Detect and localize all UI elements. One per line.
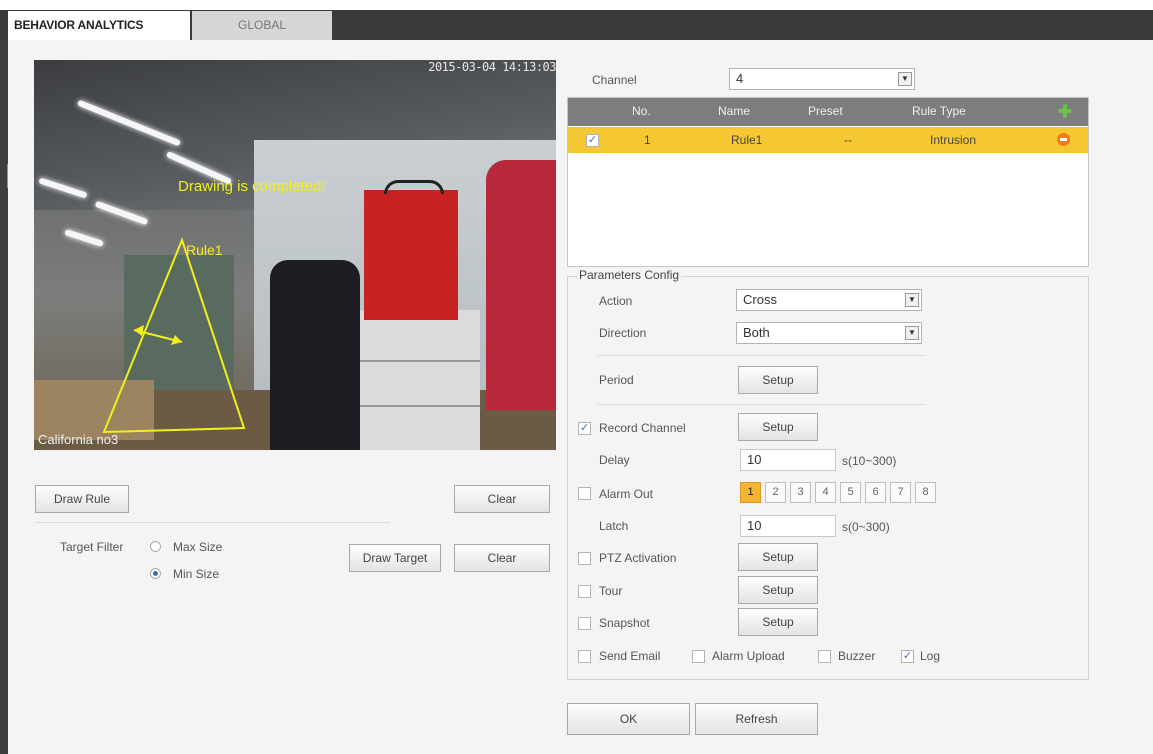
min-size-label: Min Size: [173, 567, 220, 581]
direction-select[interactable]: Both ▼: [736, 322, 922, 344]
latch-label: Latch: [599, 519, 629, 533]
draw-rule-button[interactable]: Draw Rule: [35, 485, 129, 513]
tab-behavior-analytics[interactable]: BEHAVIOR ANALYTICS: [8, 11, 190, 40]
record-channel-setup-button[interactable]: Setup: [738, 413, 818, 441]
draw-target-button[interactable]: Draw Target: [349, 544, 441, 572]
alarm-out-channel-2[interactable]: 2: [765, 482, 786, 503]
alarm-upload-label: Alarm Upload: [712, 649, 785, 663]
max-size-radio[interactable]: [150, 541, 161, 552]
refresh-button[interactable]: Refresh: [695, 703, 818, 735]
ptz-activation-label: PTZ Activation: [599, 551, 677, 565]
divider: [597, 404, 925, 405]
min-size-radio[interactable]: [150, 568, 161, 579]
action-select-value: Cross: [743, 292, 777, 307]
max-size-label: Max Size: [173, 540, 223, 554]
video-preview[interactable]: 2015-03-04 14:13:03 Drawing is completed…: [34, 60, 556, 450]
log-checkbox[interactable]: ✓: [901, 650, 914, 663]
direction-label: Direction: [599, 326, 647, 340]
camera-name-overlay: California no3: [38, 432, 119, 447]
alarm-out-channel-5[interactable]: 5: [840, 482, 861, 503]
tour-setup-button[interactable]: Setup: [738, 576, 818, 604]
add-rule-icon[interactable]: ✚: [1057, 103, 1073, 120]
ptz-activation-checkbox[interactable]: [578, 552, 591, 565]
divider: [35, 522, 390, 523]
rule-tripwire-shape: [102, 237, 246, 434]
buzzer-label: Buzzer: [838, 649, 876, 663]
ptz-setup-button[interactable]: Setup: [738, 543, 818, 571]
tab-global[interactable]: GLOBAL: [192, 11, 332, 40]
alarm-out-channel-6[interactable]: 6: [865, 482, 886, 503]
action-label: Action: [599, 294, 633, 308]
alarm-out-channel-4[interactable]: 4: [815, 482, 836, 503]
ok-button[interactable]: OK: [567, 703, 690, 735]
tour-checkbox[interactable]: [578, 585, 591, 598]
divider: [597, 355, 925, 356]
chevron-down-icon: ▼: [898, 72, 912, 86]
alarm-out-channel-1[interactable]: 1: [740, 482, 761, 503]
snapshot-checkbox[interactable]: [578, 617, 591, 630]
drawing-status-message: Drawing is completed!: [178, 178, 326, 195]
delay-input[interactable]: 10: [740, 449, 836, 471]
record-channel-checkbox[interactable]: ✓: [578, 422, 591, 435]
clear-rule-button[interactable]: Clear: [454, 485, 550, 513]
behavior-analytics-window: BEHAVIOR ANALYTICS GLOBAL 2015-03-04 14:…: [0, 0, 1153, 754]
alarm-out-channel-7[interactable]: 7: [890, 482, 911, 503]
rules-table-header: No. Name Preset Rule Type ✚: [568, 98, 1088, 126]
chevron-down-icon: ▼: [905, 326, 919, 340]
send-email-label: Send Email: [599, 649, 661, 663]
rule-type: Intrusion: [930, 133, 977, 147]
clear-target-button[interactable]: Clear: [454, 544, 550, 572]
snapshot-label: Snapshot: [599, 616, 650, 630]
rule-no: 1: [644, 133, 651, 147]
rule-overlay: [102, 237, 246, 434]
direction-select-value: Both: [743, 325, 770, 340]
left-edge-bar: [0, 10, 8, 754]
header-rule-type: Rule Type: [912, 104, 966, 118]
rule-enable-checkbox[interactable]: ✓: [586, 134, 599, 147]
snapshot-setup-button[interactable]: Setup: [738, 608, 818, 636]
header-no: No.: [632, 104, 651, 118]
rules-table: No. Name Preset Rule Type ✚ ✓ 1 Rule1 --…: [567, 97, 1089, 267]
alarm-out-label: Alarm Out: [599, 487, 654, 501]
period-label: Period: [599, 373, 634, 387]
period-setup-button[interactable]: Setup: [738, 366, 818, 394]
video-timestamp: 2015-03-04 14:13:03: [428, 60, 556, 74]
send-email-checkbox[interactable]: [578, 650, 591, 663]
rule-name: Rule1: [731, 133, 763, 147]
chevron-down-icon: ▼: [905, 293, 919, 307]
action-select[interactable]: Cross ▼: [736, 289, 922, 311]
table-row[interactable]: ✓ 1 Rule1 -- Intrusion: [568, 127, 1088, 153]
header-name: Name: [718, 104, 751, 118]
record-channel-label: Record Channel: [599, 421, 686, 435]
alarm-out-checkbox[interactable]: [578, 487, 591, 500]
rule-name-overlay: Rule1: [186, 242, 223, 258]
channel-select-value: 4: [736, 71, 744, 86]
channel-select[interactable]: 4 ▼: [729, 68, 915, 90]
tour-label: Tour: [599, 584, 623, 598]
buzzer-checkbox[interactable]: [818, 650, 831, 663]
alarm-out-channel-8[interactable]: 8: [915, 482, 936, 503]
rule-preset: --: [844, 133, 852, 147]
parameters-config-title: Parameters Config: [577, 268, 682, 282]
target-filter-label: Target Filter: [60, 540, 124, 554]
alarm-out-channel-3[interactable]: 3: [790, 482, 811, 503]
alarm-upload-checkbox[interactable]: [692, 650, 705, 663]
header-preset: Preset: [808, 104, 843, 118]
delete-rule-icon[interactable]: [1057, 133, 1070, 146]
delay-label: Delay: [599, 453, 630, 467]
latch-input[interactable]: 10: [740, 515, 836, 537]
delay-range-hint: s(10~300): [842, 454, 897, 468]
channel-label: Channel: [592, 73, 637, 87]
direction-arrowhead-left: [134, 325, 144, 336]
latch-range-hint: s(0~300): [842, 520, 890, 534]
log-label: Log: [920, 649, 941, 663]
